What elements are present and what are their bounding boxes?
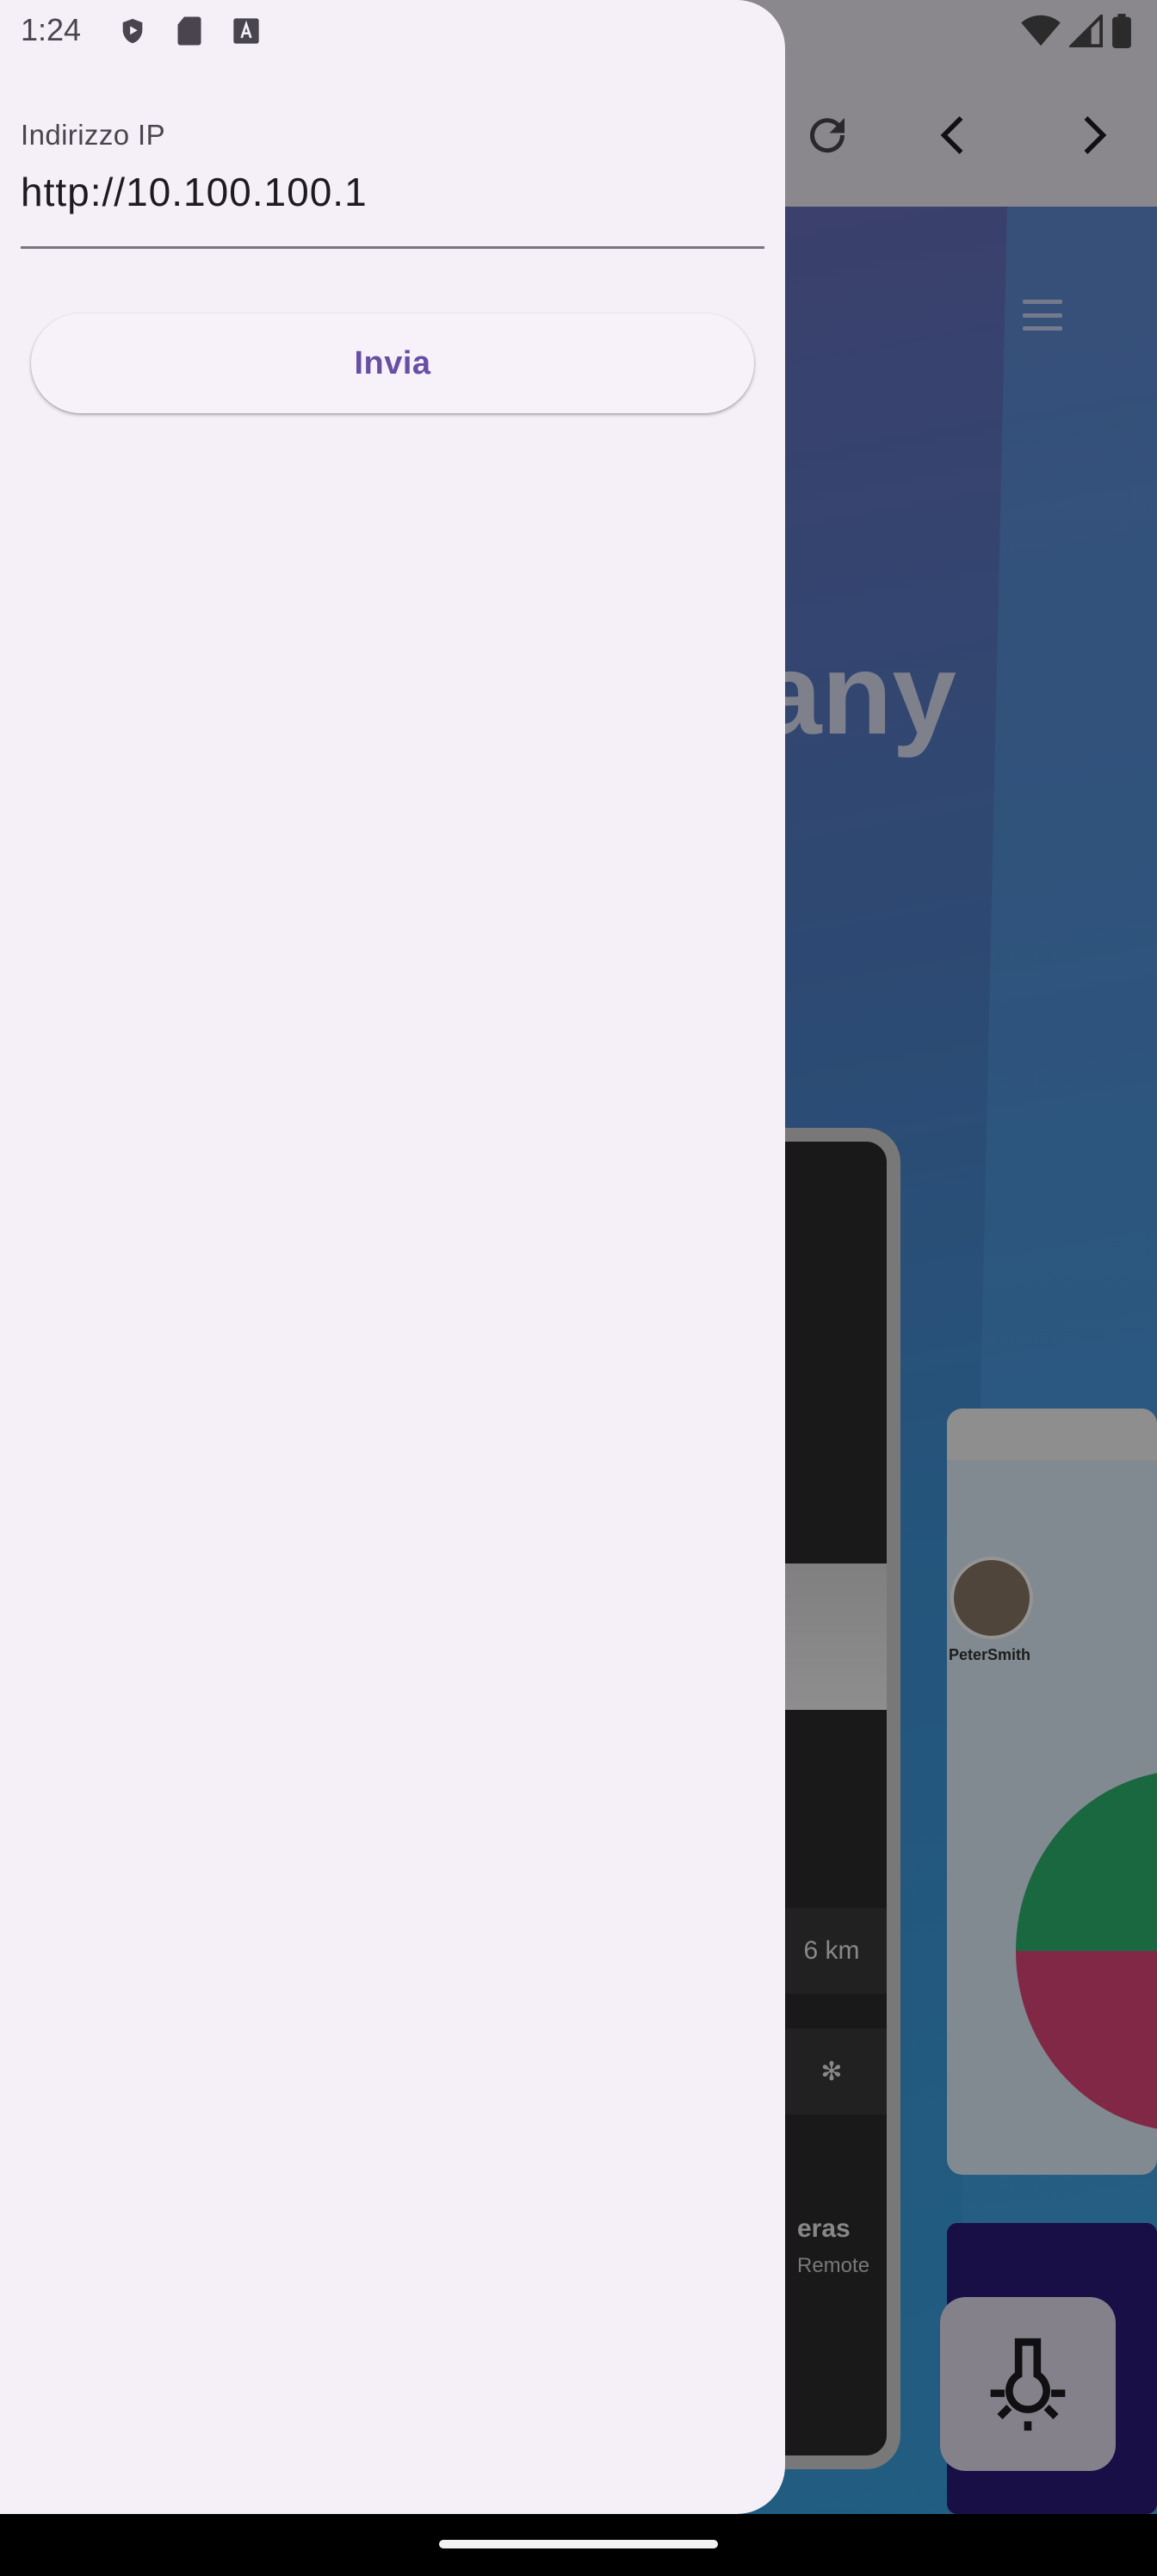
field-underline (21, 246, 764, 249)
navigation-drawer: Indirizzo IP Invia (0, 0, 785, 2514)
ip-address-label: Indirizzo IP (21, 119, 166, 151)
ip-address-field[interactable]: Indirizzo IP (21, 114, 764, 250)
cellular-signal-icon (1069, 15, 1103, 47)
wifi-icon (1021, 15, 1061, 46)
system-navigation-bar (0, 2514, 1157, 2576)
status-right-icons (1021, 12, 1131, 50)
ip-address-input[interactable] (21, 162, 764, 222)
home-indicator[interactable] (439, 2540, 718, 2548)
battery-icon (1112, 14, 1131, 48)
send-button[interactable]: Invia (31, 313, 754, 413)
